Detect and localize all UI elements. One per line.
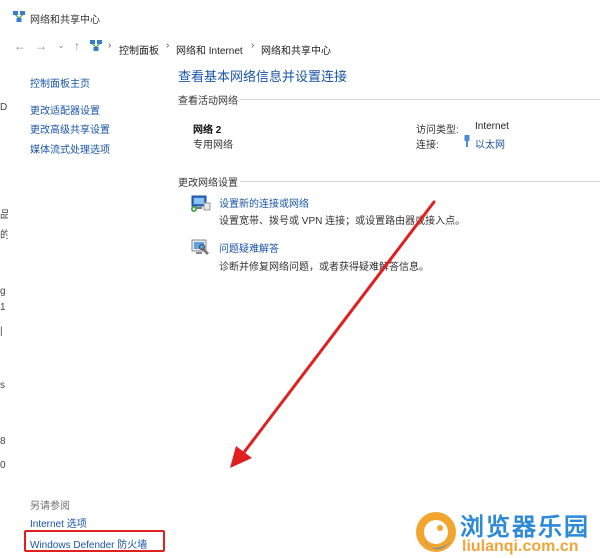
address-bar: ← → ⌄ ↑ › 控制面板 › 网络和 Internet › 网络和共享中心 — [0, 34, 600, 60]
up-button[interactable]: ↑ — [70, 39, 84, 53]
network-name: 网络 2 — [193, 125, 222, 136]
troubleshoot-icon — [191, 239, 209, 255]
edge-text: g — [0, 286, 6, 297]
window-title: 网络和共享中心 — [30, 15, 100, 26]
annotation-arrow-head — [230, 446, 252, 468]
troubleshoot-problems-link[interactable]: 问题疑难解答 — [219, 240, 279, 255]
breadcrumb-sharing-center[interactable]: 网络和共享中心 — [261, 42, 331, 57]
connections-label: 连接: — [416, 140, 439, 151]
access-type-label: 访问类型: — [416, 125, 459, 136]
setup-new-connection-link[interactable]: 设置新的连接或网络 — [219, 195, 309, 210]
breadcrumb-separator: › — [108, 40, 112, 51]
edge-text: 0 — [0, 460, 6, 471]
troubleshoot-problems-description: 诊断并修复网络问题，或者获得疑难解答信息。 — [219, 262, 429, 273]
recent-locations-button[interactable]: ⌄ — [54, 40, 68, 51]
edge-text: 品 — [0, 210, 8, 220]
setup-new-connection-description: 设置宽带、拨号或 VPN 连接；或设置路由器或接入点。 — [219, 216, 466, 227]
access-type-value: Internet — [475, 121, 509, 132]
sidebar-link-media-streaming-options[interactable]: 媒体流式处理选项 — [30, 141, 110, 156]
watermark-text: 浏览器乐园 — [460, 513, 590, 541]
breadcrumb-network-internet[interactable]: 网络和 Internet — [176, 42, 243, 57]
change-settings-section-label: 更改网络设置 — [178, 178, 238, 189]
breadcrumb-control-panel[interactable]: 控制面板 — [119, 42, 159, 57]
back-button[interactable]: ← — [13, 39, 27, 53]
page-title: 查看基本网络信息并设置连接 — [178, 69, 348, 84]
breadcrumb-separator: › — [251, 40, 255, 51]
active-networks-section-label: 查看活动网络 — [178, 96, 238, 107]
ethernet-icon — [464, 135, 470, 147]
watermark-url: liulanqi.com.cn — [462, 538, 579, 555]
network-category: 专用网络 — [193, 140, 233, 151]
edge-text: s — [0, 380, 5, 391]
edge-text: D — [0, 102, 8, 113]
sidebar-link-advanced-sharing-settings[interactable]: 更改高级共享设置 — [30, 121, 110, 136]
sidebar-link-internet-options[interactable]: Internet 选项 — [30, 515, 87, 530]
edge-text: 8 — [0, 436, 6, 447]
edge-text: 1 — [0, 302, 6, 313]
section-divider — [240, 99, 600, 100]
edge-text: | — [0, 326, 3, 337]
section-divider — [240, 181, 600, 182]
background-window-edge: D 品 的 g 1 | s 8 0 — [0, 60, 10, 558]
window-titlebar: 网络和共享中心 — [0, 0, 600, 34]
sidebar-link-windows-defender-firewall[interactable]: Windows Defender 防火墙 — [30, 536, 147, 551]
ethernet-connection-link[interactable]: 以太网 — [475, 136, 505, 151]
network-setup-icon — [191, 195, 211, 212]
sidebar-link-change-adapter-settings[interactable]: 更改适配器设置 — [30, 102, 100, 117]
see-also-label: 另请参阅 — [30, 501, 70, 512]
breadcrumb-separator: › — [166, 40, 170, 51]
edge-text: 的 — [0, 230, 8, 240]
forward-button[interactable]: → — [34, 39, 48, 53]
sidebar-link-control-panel-home[interactable]: 控制面板主页 — [30, 75, 90, 90]
network-center-icon — [13, 11, 25, 22]
watermark-logo-icon — [416, 512, 456, 552]
control-panel-icon — [90, 40, 102, 51]
